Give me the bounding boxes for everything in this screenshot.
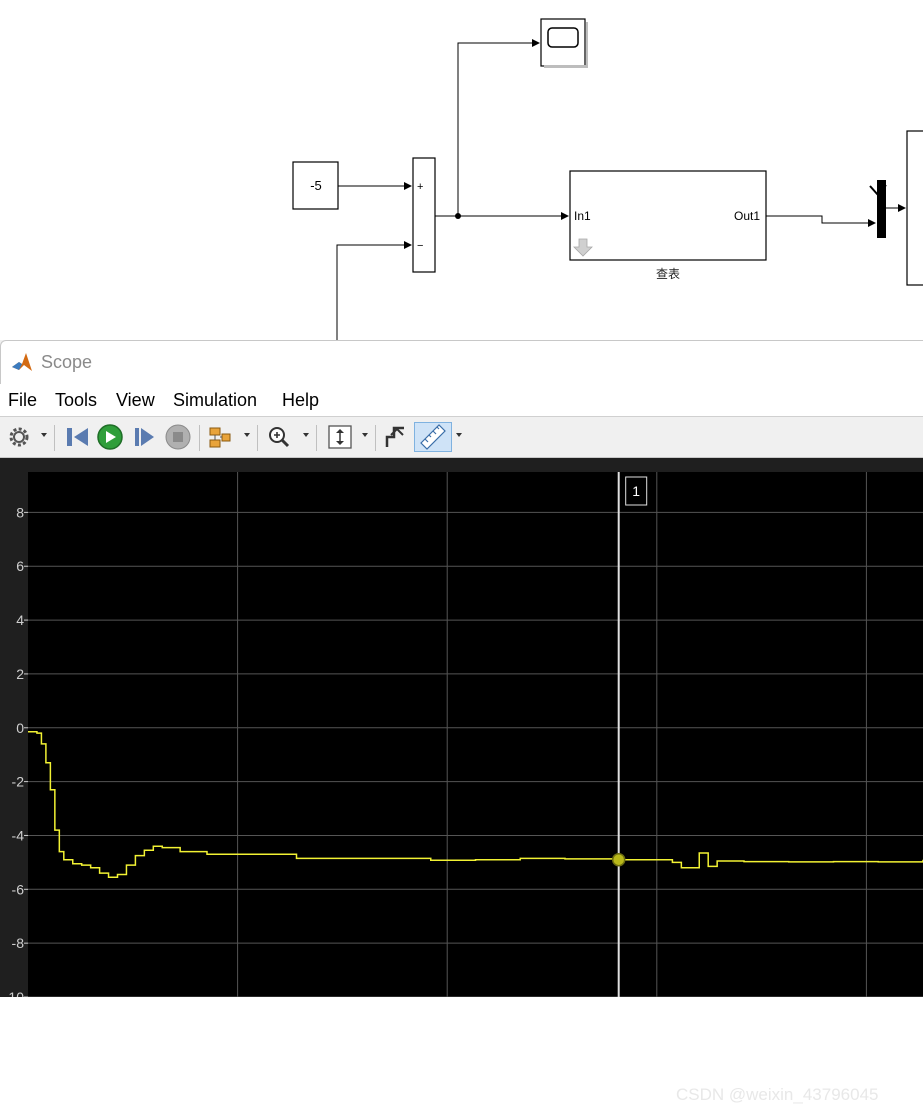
branch-point: [455, 213, 461, 219]
menu-simulation[interactable]: Simulation: [173, 390, 257, 411]
y-tick-label: -10: [4, 989, 24, 997]
menu-bar: File Tools View Simulation Help: [0, 384, 923, 417]
y-tick-label: -4: [12, 827, 25, 843]
cursor-measurements-dropdown[interactable]: [456, 433, 462, 437]
scope-block[interactable]: [540, 18, 588, 68]
y-tick-label: -6: [12, 881, 25, 897]
stop-icon: [165, 424, 191, 450]
run-button[interactable]: [96, 423, 124, 451]
scope-plot[interactable]: 8 6 4 2 0 -2 -4 -6 -8 -10 1: [0, 458, 923, 997]
step-forward-icon: [135, 428, 154, 446]
y-tick-label: -2: [12, 774, 25, 790]
highlight-simulink-block-button[interactable]: [207, 423, 233, 451]
step-forward-button[interactable]: [132, 423, 156, 451]
zoom-icon: [269, 427, 290, 448]
mux-block[interactable]: [869, 180, 887, 238]
watermark-text: CSDN @weixin_43796045: [676, 1085, 879, 1104]
configuration-dropdown[interactable]: [41, 433, 47, 437]
output-block[interactable]: [906, 130, 923, 286]
cursor-marker: [611, 852, 626, 867]
constant-value: -5: [310, 178, 322, 193]
matlab-logo-icon: [11, 351, 33, 373]
fit-axes-icon: [328, 425, 352, 449]
step-back-button[interactable]: [64, 423, 90, 451]
cursor-measurements-button[interactable]: [414, 422, 452, 452]
zoom-button[interactable]: [266, 423, 292, 451]
menu-view[interactable]: View: [116, 390, 155, 411]
scale-axes-button[interactable]: [326, 423, 354, 451]
y-tick-label: 0: [16, 720, 24, 736]
plot-area[interactable]: 8 6 4 2 0 -2 -4 -6 -8 -10 1 CSDN @weixin_43796045: [0, 458, 923, 1104]
y-tick-label: 2: [16, 666, 24, 682]
simulink-diagram: -5 + − In1 Out1 查表: [292, 18, 923, 340]
y-tick-label: 6: [16, 558, 24, 574]
sum-block[interactable]: + −: [412, 157, 436, 273]
constant-block[interactable]: -5: [292, 161, 339, 210]
triggers-button[interactable]: [383, 423, 409, 451]
y-tick-label: -8: [12, 935, 25, 951]
run-icon: [97, 424, 123, 450]
toolbar: [0, 417, 923, 458]
subsystem-label: 查表: [656, 267, 680, 281]
gear-icon: [9, 427, 29, 447]
sum-minus-sign: −: [417, 240, 423, 252]
menu-file[interactable]: File: [8, 390, 37, 411]
cursor-measure-icon: [420, 424, 446, 450]
stop-button[interactable]: [165, 423, 191, 451]
y-tick-label: 4: [16, 612, 24, 628]
subsystem-output-port: Out1: [734, 209, 760, 223]
scope-window: Scope File Tools View Simulation Help 8 …: [0, 340, 923, 1104]
cursor-label: 1: [632, 483, 640, 499]
highlight-icon: [209, 427, 231, 448]
triggers-icon: [385, 426, 404, 447]
highlight-dropdown[interactable]: [244, 433, 250, 437]
step-back-icon: [67, 428, 88, 446]
zoom-dropdown[interactable]: [303, 433, 309, 437]
subsystem-input-port: In1: [574, 209, 591, 223]
title-bar[interactable]: Scope: [0, 340, 923, 384]
y-tick-label: 8: [16, 504, 24, 520]
menu-tools[interactable]: Tools: [55, 390, 97, 411]
axes-background: [28, 472, 923, 997]
configuration-button[interactable]: [8, 423, 30, 451]
lookup-subsystem-block[interactable]: In1 Out1: [569, 170, 767, 261]
sum-plus-sign: +: [417, 181, 423, 193]
window-title: Scope: [41, 352, 93, 372]
menu-help[interactable]: Help: [282, 390, 319, 411]
scale-axes-dropdown[interactable]: [362, 433, 368, 437]
